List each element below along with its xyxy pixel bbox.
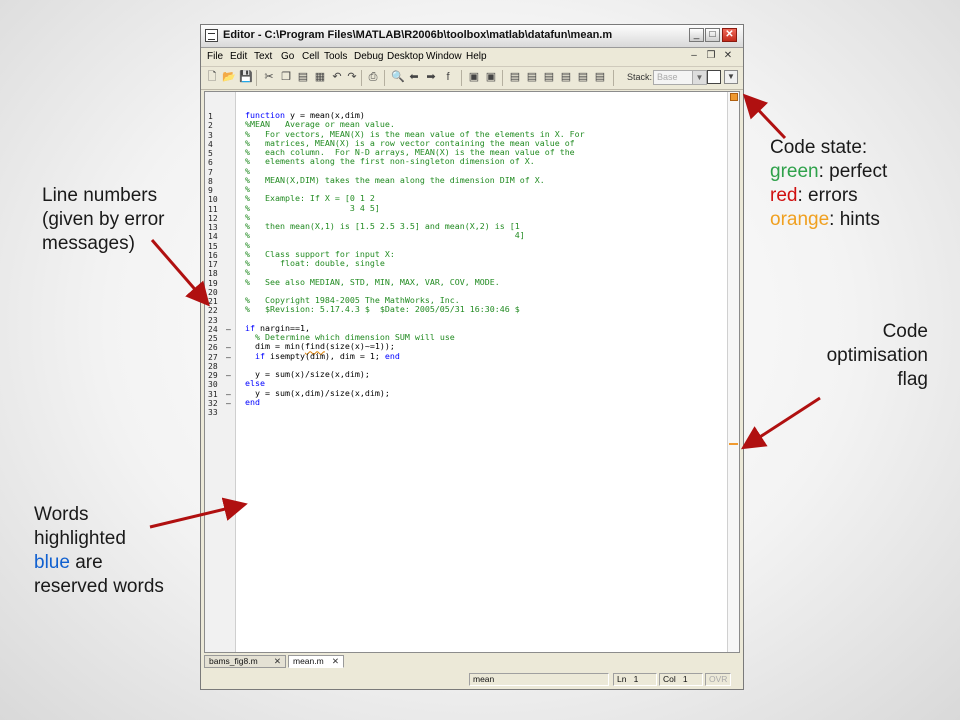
annotation-arrows xyxy=(149,93,821,529)
arrow-to-optimisation-flag xyxy=(740,396,821,450)
arrow-to-line-numbers xyxy=(150,239,210,307)
arrow-to-code-state xyxy=(742,93,787,140)
arrow-to-reserved-word xyxy=(149,497,248,529)
